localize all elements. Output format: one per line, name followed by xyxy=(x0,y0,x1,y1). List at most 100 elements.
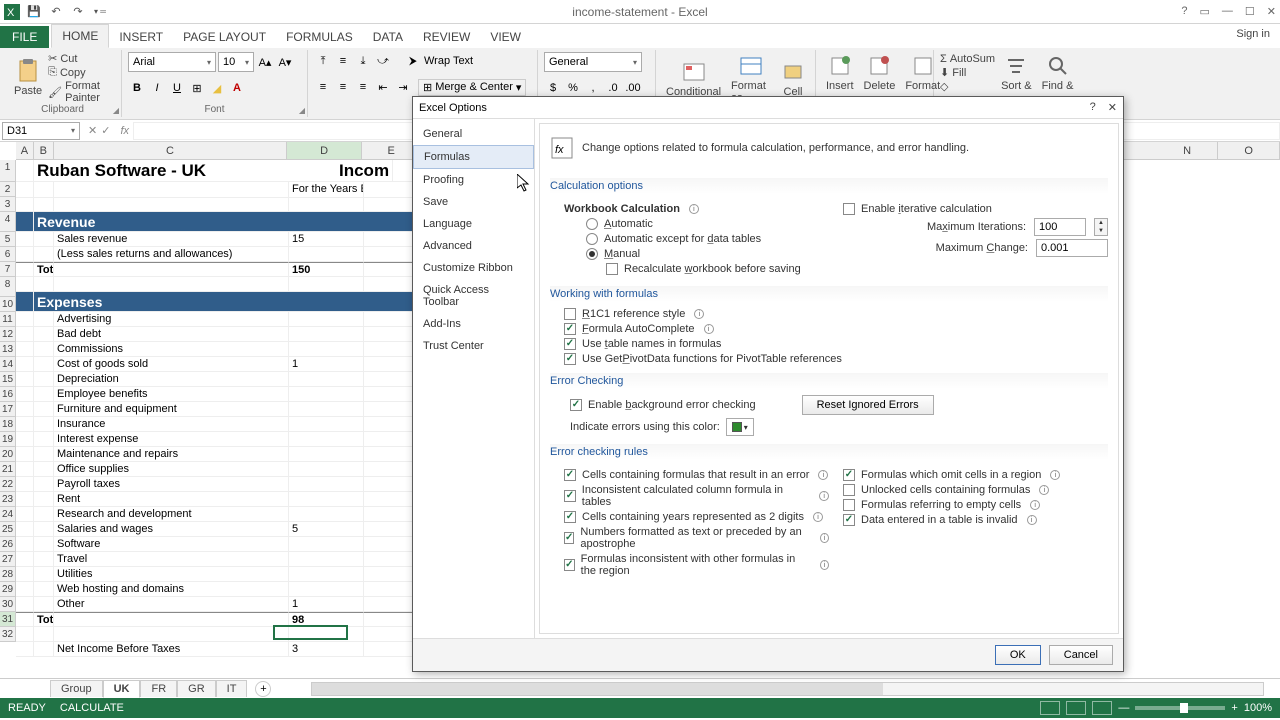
dialog-help-icon[interactable]: ? xyxy=(1090,101,1096,114)
sheet-tab-fr[interactable]: FR xyxy=(140,680,177,697)
cell[interactable] xyxy=(16,402,34,417)
cell[interactable] xyxy=(289,402,364,417)
cell[interactable] xyxy=(34,507,54,522)
cell[interactable]: Advertising xyxy=(54,312,289,327)
cell[interactable]: Total Revenues xyxy=(34,262,54,277)
tab-pagelayout[interactable]: PAGE LAYOUT xyxy=(173,26,276,48)
grow-font-icon[interactable]: A▴ xyxy=(256,53,274,71)
file-tab[interactable]: FILE xyxy=(0,26,49,48)
help-icon[interactable]: ? xyxy=(1181,5,1187,18)
cell[interactable] xyxy=(54,277,289,292)
row-header[interactable]: 26 xyxy=(0,537,16,552)
cell[interactable] xyxy=(289,582,364,597)
info-icon[interactable]: i xyxy=(1027,515,1037,525)
cell[interactable]: Travel xyxy=(54,552,289,567)
cut-button[interactable]: ✂ Cut xyxy=(48,52,115,65)
cell[interactable] xyxy=(16,492,34,507)
cell[interactable]: Maintenance and repairs xyxy=(54,447,289,462)
cell[interactable] xyxy=(16,597,34,612)
row-header[interactable]: 27 xyxy=(0,552,16,567)
horizontal-scrollbar[interactable] xyxy=(311,682,1264,696)
cell[interactable] xyxy=(34,462,54,477)
cell[interactable] xyxy=(16,232,34,247)
cell[interactable] xyxy=(16,357,34,372)
options-nav-item[interactable]: Language xyxy=(413,213,534,235)
cell[interactable] xyxy=(34,327,54,342)
cell[interactable] xyxy=(289,312,364,327)
row-header[interactable]: 13 xyxy=(0,342,16,357)
cell[interactable] xyxy=(16,312,34,327)
cell[interactable]: Sales revenue xyxy=(54,232,289,247)
cell[interactable] xyxy=(289,247,364,262)
fill-color-button[interactable]: ◢ xyxy=(208,79,226,97)
cell[interactable] xyxy=(16,537,34,552)
column-header[interactable]: C xyxy=(54,142,288,159)
cell[interactable] xyxy=(54,627,289,642)
cell-styles-button[interactable]: Cell xyxy=(777,58,809,100)
font-size-combo[interactable]: 10▾ xyxy=(218,52,254,72)
cell[interactable] xyxy=(16,552,34,567)
cell[interactable] xyxy=(34,372,54,387)
options-nav-item[interactable]: Formulas xyxy=(413,145,534,169)
minimize-icon[interactable]: ― xyxy=(1222,5,1233,18)
error-color-picker[interactable]: ▾ xyxy=(726,418,754,436)
cell[interactable] xyxy=(16,197,34,212)
cell[interactable] xyxy=(16,447,34,462)
copy-button[interactable]: ⎘ Copy xyxy=(48,66,115,79)
ribbon-display-icon[interactable]: ▭ xyxy=(1200,5,1210,18)
dec-decimal-icon[interactable]: .00 xyxy=(624,79,642,97)
cell[interactable]: Insurance xyxy=(54,417,289,432)
options-nav-item[interactable]: Trust Center xyxy=(413,335,534,357)
info-icon[interactable]: i xyxy=(820,533,829,543)
info-icon[interactable]: i xyxy=(813,512,823,522)
cell[interactable] xyxy=(16,292,34,312)
sheet-tab-uk[interactable]: UK xyxy=(103,680,141,698)
redo-icon[interactable]: ↷ xyxy=(70,4,86,20)
cell[interactable] xyxy=(34,567,54,582)
inc-decimal-icon[interactable]: .0 xyxy=(604,79,622,97)
row-header[interactable]: 23 xyxy=(0,492,16,507)
cell[interactable]: Commissions xyxy=(54,342,289,357)
recalc-before-save-checkbox[interactable] xyxy=(606,263,618,275)
enter-formula-icon[interactable]: ✓ xyxy=(101,124,110,137)
fx-icon[interactable]: fx xyxy=(116,125,133,137)
find-select-button[interactable]: Find & xyxy=(1038,52,1078,94)
autocomplete-checkbox[interactable] xyxy=(564,323,576,335)
cancel-formula-icon[interactable]: ✕ xyxy=(88,124,97,137)
error-rule-checkbox[interactable] xyxy=(564,490,576,502)
cell[interactable] xyxy=(34,627,54,642)
cell[interactable] xyxy=(289,342,364,357)
accounting-format-icon[interactable]: $ xyxy=(544,79,562,97)
autosum-button[interactable]: Σ AutoSum xyxy=(940,53,995,65)
format-painter-button[interactable]: 🖌 Format Painter xyxy=(48,80,115,104)
cell[interactable]: Depreciation xyxy=(54,372,289,387)
cell[interactable] xyxy=(289,477,364,492)
cell[interactable] xyxy=(34,642,54,657)
cell[interactable] xyxy=(16,462,34,477)
options-nav-item[interactable]: Quick Access Toolbar xyxy=(413,279,534,313)
zoom-out-icon[interactable]: ― xyxy=(1118,702,1129,714)
cell[interactable]: For the Years Ending [Dec xyxy=(289,182,364,198)
cell[interactable] xyxy=(34,247,54,262)
wrap-text-button[interactable]: ⮞ xyxy=(404,52,422,70)
row-header[interactable]: 1 xyxy=(0,160,16,182)
max-iterations-input[interactable] xyxy=(1034,218,1086,236)
cell[interactable] xyxy=(16,262,34,277)
cell[interactable] xyxy=(16,627,34,642)
calc-manual-radio[interactable] xyxy=(586,248,598,260)
cell[interactable] xyxy=(289,552,364,567)
cell[interactable] xyxy=(16,642,34,657)
cell[interactable] xyxy=(16,507,34,522)
cell[interactable] xyxy=(34,387,54,402)
row-header[interactable]: 7 xyxy=(0,262,16,277)
options-nav-item[interactable]: General xyxy=(413,123,534,145)
column-header[interactable]: A xyxy=(16,142,34,159)
row-header[interactable]: 6 xyxy=(0,247,16,262)
cell[interactable] xyxy=(54,182,289,198)
insert-cells-button[interactable]: Insert xyxy=(822,52,858,94)
options-nav-item[interactable]: Customize Ribbon xyxy=(413,257,534,279)
cell[interactable] xyxy=(16,417,34,432)
cell[interactable] xyxy=(34,597,54,612)
row-header[interactable]: 24 xyxy=(0,507,16,522)
cell[interactable]: Web hosting and domains xyxy=(54,582,289,597)
